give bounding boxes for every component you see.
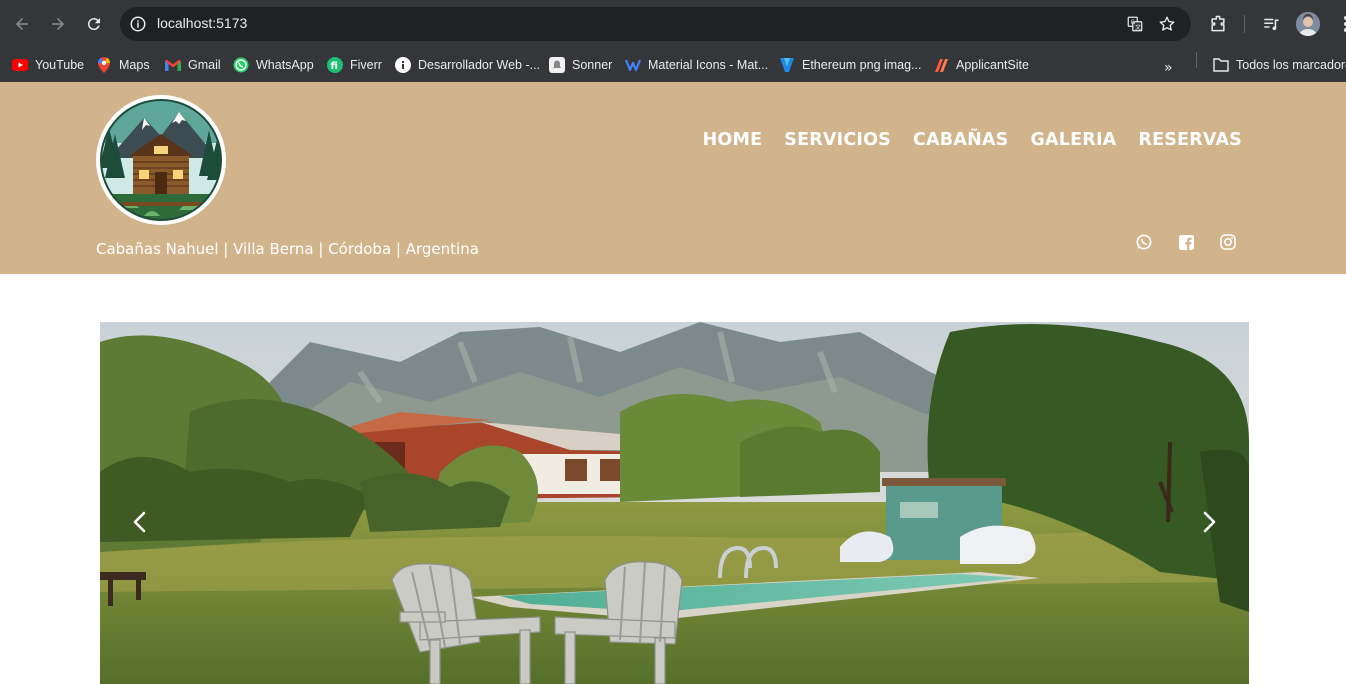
- bookmark-label: Material Icons - Mat...: [648, 58, 769, 72]
- all-bookmarks-folder[interactable]: Todos los marcadores: [1213, 54, 1346, 76]
- carousel-next-button[interactable]: [1196, 509, 1222, 535]
- bookmark-desarrollador[interactable]: Desarrollador Web -...: [395, 54, 540, 76]
- nav-galeria[interactable]: GALERIA: [1030, 130, 1116, 150]
- media-controls-icon[interactable]: [1259, 12, 1283, 36]
- all-bookmarks-label: Todos los marcadores: [1236, 58, 1346, 72]
- nav-home[interactable]: HOME: [703, 130, 763, 150]
- cabin-pool-photo: [100, 322, 1249, 684]
- bookmark-maps[interactable]: Maps: [96, 54, 150, 76]
- bookmark-label: Maps: [119, 58, 150, 72]
- toolbar-divider: [1244, 15, 1245, 33]
- bookmark-label: ApplicantSite: [956, 58, 1029, 72]
- bookmark-label: YouTube: [35, 58, 85, 72]
- fiverr-icon: fi: [327, 57, 343, 73]
- main-nav: HOME SERVICIOS CABAÑAS GALERIA RESERVAS: [703, 130, 1242, 150]
- whatsapp-icon: [233, 57, 249, 73]
- chevron-right-icon: [1203, 511, 1216, 533]
- bookmark-applicantsite[interactable]: ApplicantSite: [933, 54, 1029, 76]
- svg-text:文: 文: [1135, 23, 1141, 31]
- bookmark-label: Gmail: [188, 58, 221, 72]
- instagram-icon[interactable]: [1219, 233, 1237, 251]
- url-text[interactable]: localhost:5173: [157, 15, 247, 31]
- facebook-icon[interactable]: [1177, 233, 1195, 251]
- extensions-icon[interactable]: [1206, 12, 1230, 36]
- menu-kebab-icon[interactable]: [1334, 12, 1346, 36]
- ethereum-icon: [779, 57, 795, 73]
- translate-icon[interactable]: G文: [1125, 14, 1145, 34]
- bookmark-label: Desarrollador Web -...: [418, 58, 541, 72]
- carousel-prev-button[interactable]: [127, 509, 153, 535]
- more-bookmarks-button[interactable]: »: [1164, 60, 1173, 76]
- folder-icon: [1213, 57, 1229, 73]
- hero-carousel: [100, 322, 1249, 684]
- back-button[interactable]: [10, 12, 34, 36]
- material-icon: [625, 57, 641, 73]
- sonner-icon: [549, 57, 565, 73]
- bookmark-label: Fiverr: [350, 58, 382, 72]
- reload-button[interactable]: [82, 12, 106, 36]
- star-icon[interactable]: [1157, 14, 1177, 34]
- profile-avatar[interactable]: [1296, 12, 1320, 36]
- bookmark-gmail[interactable]: Gmail: [165, 54, 221, 76]
- browser-toolbar: localhost:5173 G文: [0, 0, 1346, 47]
- maps-icon: [96, 57, 112, 73]
- bookmarks-divider: [1196, 52, 1197, 68]
- bookmark-sonner[interactable]: Sonner: [549, 54, 612, 76]
- nav-servicios[interactable]: SERVICIOS: [784, 130, 891, 150]
- nav-reservas[interactable]: RESERVAS: [1138, 130, 1242, 150]
- svg-text:fi: fi: [331, 61, 338, 72]
- youtube-icon: [12, 57, 28, 73]
- applicantsite-icon: [933, 57, 949, 73]
- forward-button[interactable]: [46, 12, 70, 36]
- site-logo[interactable]: [96, 95, 226, 225]
- arrow-right-icon: [52, 18, 64, 30]
- info-icon: [395, 57, 411, 73]
- bookmark-material-icons[interactable]: Material Icons - Mat...: [625, 54, 768, 76]
- bookmarks-bar: YouTube Maps Gmail WhatsApp fi Fiverr De…: [0, 47, 1346, 82]
- nav-cabanas[interactable]: CABAÑAS: [913, 130, 1008, 150]
- gmail-icon: [165, 57, 181, 73]
- bookmark-label: Ethereum png imag...: [802, 58, 922, 72]
- bookmark-ethereum[interactable]: Ethereum png imag...: [779, 54, 922, 76]
- site-tagline: Cabañas Nahuel | Villa Berna | Córdoba |…: [96, 240, 479, 258]
- cabin-logo-image: [100, 99, 222, 221]
- whatsapp-icon[interactable]: [1135, 233, 1153, 251]
- reload-icon: [87, 18, 100, 31]
- chevron-left-icon: [133, 511, 146, 533]
- site-header: Cabañas Nahuel | Villa Berna | Córdoba |…: [0, 82, 1346, 274]
- address-bar[interactable]: localhost:5173 G文: [120, 7, 1191, 41]
- site-info-icon[interactable]: [128, 14, 148, 34]
- bookmark-label: WhatsApp: [256, 58, 314, 72]
- bookmark-label: Sonner: [572, 58, 613, 72]
- bookmark-whatsapp[interactable]: WhatsApp: [233, 54, 314, 76]
- bookmark-fiverr[interactable]: fi Fiverr: [327, 54, 382, 76]
- arrow-left-icon: [16, 18, 28, 30]
- bookmark-youtube[interactable]: YouTube: [12, 54, 84, 76]
